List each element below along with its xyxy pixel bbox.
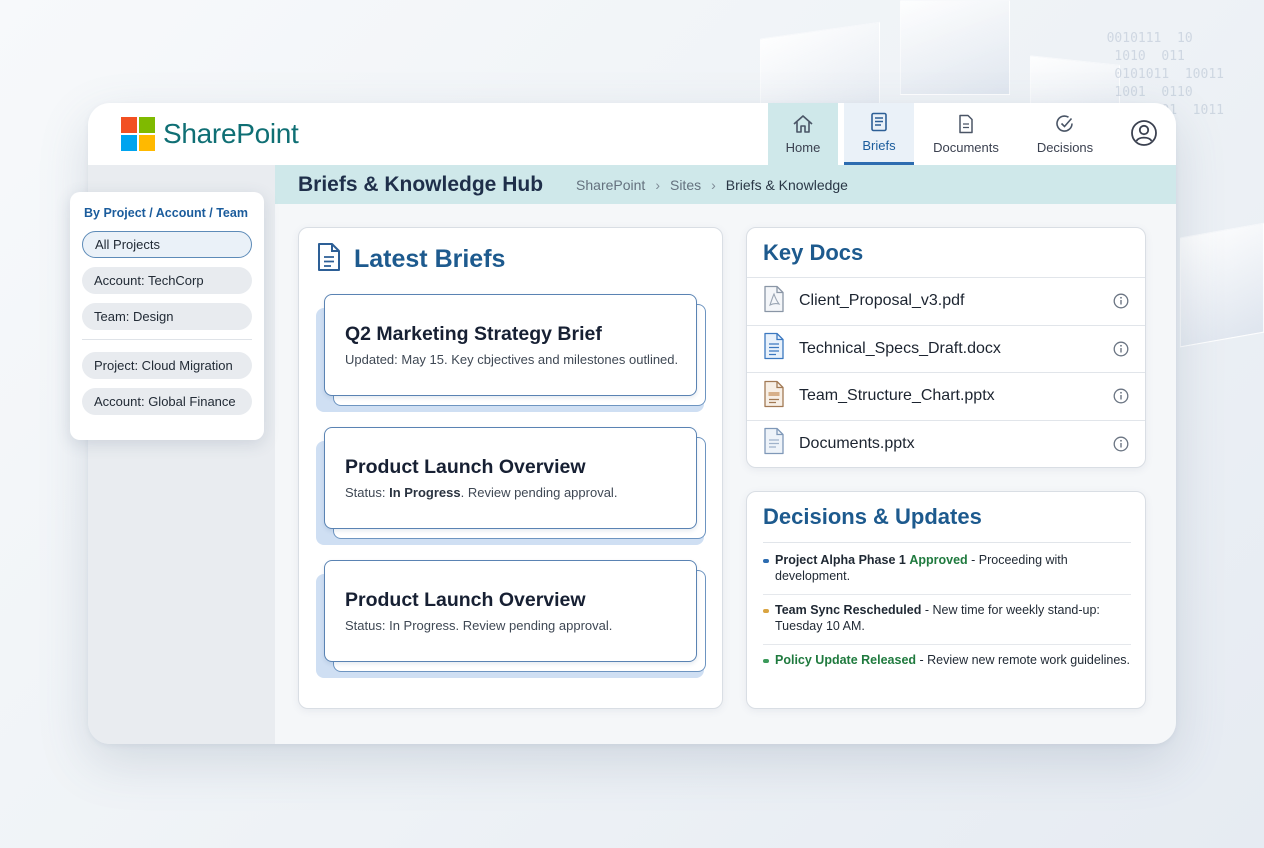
brief-card[interactable]: Product Launch Overview Status: In Progr… — [316, 560, 708, 678]
breadcrumb-current: Briefs & Knowledge — [725, 176, 848, 193]
filter-panel: By Project / Account / Team All Projects… — [70, 192, 264, 440]
bullet-dot — [763, 609, 769, 613]
word-file-icon — [763, 332, 785, 365]
document-icon — [316, 242, 342, 277]
user-icon — [1130, 119, 1158, 150]
filter-chip-all-projects[interactable]: All Projects — [82, 231, 252, 258]
app-name: SharePoint — [163, 118, 299, 149]
page-header: Briefs & Knowledge Hub SharePoint › Site… — [275, 165, 1176, 204]
bullet-dot — [763, 659, 769, 663]
key-docs-list: Client_Proposal_v3.pdf Technical_Specs_D… — [747, 277, 1145, 467]
decision-text: - Review new remote work guidelines. — [916, 653, 1131, 667]
brief-status-prefix: Status: — [345, 485, 390, 500]
brief-subtitle: Updated: May 15. Key cbjectives and mile… — [345, 352, 679, 367]
decision-status: Policy Update Released — [775, 653, 917, 667]
decisions-list: Project Alpha Phase 1 Approved - Proceed… — [763, 542, 1131, 687]
microsoft-logo-icon — [121, 117, 155, 151]
top-bar: SharePoint Home Briefs Documents Decisio… — [88, 103, 1176, 165]
bullet-dot — [763, 559, 769, 563]
decision-item[interactable]: Project Alpha Phase 1 Approved - Proceed… — [763, 553, 1131, 595]
brief-card-front: Product Launch Overview Status: In Progr… — [324, 560, 697, 662]
sharepoint-logo[interactable]: SharePoint — [121, 117, 299, 151]
decision-item[interactable]: Team Sync Rescheduled - New time for wee… — [763, 603, 1131, 645]
brief-title: Product Launch Overview — [345, 589, 586, 611]
nav-decisions-label: Decisions — [1036, 139, 1094, 155]
brief-status-value: In Progress — [389, 485, 461, 500]
nav-briefs[interactable]: Briefs — [844, 103, 914, 165]
user-profile-button[interactable] — [1112, 103, 1176, 165]
key-docs-card: Key Docs Client_Proposal_v3.pdf Technica… — [746, 227, 1146, 468]
info-icon[interactable] — [1113, 293, 1129, 314]
breadcrumb: SharePoint › Sites › Briefs & Knowledge — [576, 177, 848, 193]
doc-row[interactable]: Documents.pptx — [747, 419, 1145, 468]
breadcrumb-sites[interactable]: Sites — [670, 177, 701, 193]
filter-chip-design[interactable]: Team: Design — [82, 303, 252, 330]
brief-subtitle: Status: In Progress. Review pending appr… — [345, 618, 613, 633]
doc-name: Documents.pptx — [799, 434, 915, 452]
filter-chip-cloud-migration[interactable]: Project: Cloud Migration — [82, 352, 252, 379]
filter-divider — [82, 339, 252, 340]
info-icon[interactable] — [1113, 341, 1129, 362]
nav-home-label: Home — [785, 139, 821, 155]
nav-documents-label: Documents — [933, 139, 999, 155]
info-icon[interactable] — [1113, 388, 1129, 409]
nav-home[interactable]: Home — [768, 103, 838, 165]
logo-square-red — [121, 117, 137, 133]
logo-square-green — [139, 117, 155, 133]
file-icon — [957, 114, 975, 137]
brief-title: Q2 Marketing Strategy Brief — [345, 323, 602, 345]
home-icon — [792, 114, 814, 137]
doc-name: Team_Structure_Chart.pptx — [799, 387, 995, 405]
decision-status: Approved — [909, 553, 968, 567]
doc-row[interactable]: Technical_Specs_Draft.docx — [747, 324, 1145, 373]
latest-briefs-header: Latest Briefs — [316, 242, 505, 277]
doc-name: Technical_Specs_Draft.docx — [799, 339, 1001, 357]
brief-title: Product Launch Overview — [345, 456, 586, 478]
logo-square-yellow — [139, 135, 155, 151]
filter-chip-global-finance[interactable]: Account: Global Finance — [82, 388, 252, 415]
doc-row[interactable]: Client_Proposal_v3.pdf — [747, 277, 1145, 325]
key-docs-title: Key Docs — [763, 240, 864, 265]
decision-lead: Project Alpha Phase 1 — [775, 553, 906, 567]
doc-name: Client_Proposal_v3.pdf — [799, 292, 965, 310]
chevron-right-icon: › — [711, 176, 716, 193]
filter-title: By Project / Account / Team — [84, 206, 248, 220]
pdf-file-icon — [763, 285, 785, 318]
brief-card[interactable]: Q2 Marketing Strategy Brief Updated: May… — [316, 294, 708, 412]
page-title: Briefs & Knowledge Hub — [298, 172, 544, 196]
brief-card-front: Product Launch Overview Status: In Progr… — [324, 427, 697, 529]
doc-row[interactable]: Team_Structure_Chart.pptx — [747, 372, 1145, 420]
brief-subtitle: Status: In Progress. Review pending appr… — [345, 485, 617, 500]
brief-card[interactable]: Product Launch Overview Status: In Progr… — [316, 427, 708, 545]
breadcrumb-sharepoint[interactable]: SharePoint — [576, 177, 645, 193]
file-icon — [763, 427, 785, 460]
nav-decisions[interactable]: Decisions — [1018, 103, 1112, 165]
check-circle-icon — [1055, 114, 1075, 137]
decision-lead: Team Sync Rescheduled — [775, 603, 922, 617]
slides-file-icon — [763, 380, 785, 413]
latest-briefs-card: Latest Briefs Q2 Marketing Strategy Brie… — [298, 227, 723, 709]
info-icon[interactable] — [1113, 436, 1129, 457]
top-nav: Home Briefs Documents Decisions — [768, 103, 1176, 165]
nav-documents[interactable]: Documents — [914, 103, 1018, 165]
filter-chip-techcorp[interactable]: Account: TechCorp — [82, 267, 252, 294]
decisions-card: Decisions & Updates Project Alpha Phase … — [746, 491, 1146, 709]
nav-briefs-label: Briefs — [862, 138, 896, 153]
chevron-right-icon: › — [655, 176, 660, 193]
decision-item[interactable]: Policy Update Released - Review new remo… — [763, 653, 1131, 679]
logo-square-blue — [121, 135, 137, 151]
document-icon — [870, 112, 888, 135]
brief-card-front: Q2 Marketing Strategy Brief Updated: May… — [324, 294, 697, 396]
decisions-title: Decisions & Updates — [763, 504, 982, 529]
latest-briefs-title: Latest Briefs — [354, 245, 506, 273]
brief-status-suffix: . Review pending approval. — [460, 485, 618, 500]
